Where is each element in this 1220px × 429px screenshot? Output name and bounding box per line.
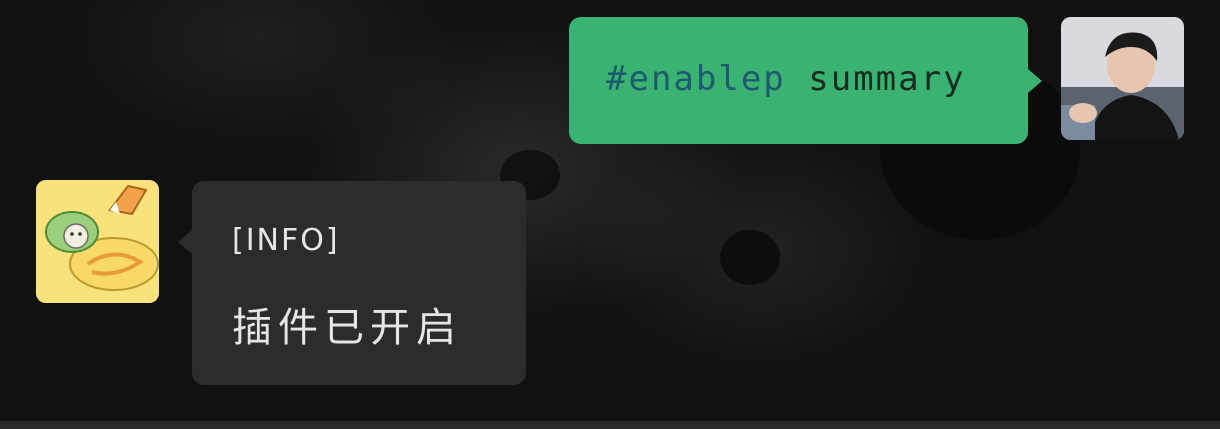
bot-message-bubble[interactable]: [INFO] 插件已开启	[178, 181, 526, 385]
user-avatar-photo-icon	[1061, 17, 1184, 140]
background-shape	[720, 230, 780, 285]
command-argument: summary	[808, 59, 966, 99]
user-command-text: #enablep summary	[606, 59, 966, 99]
info-label: [INFO]	[232, 223, 340, 258]
info-message-text: 插件已开启	[232, 305, 462, 351]
user-message-bubble[interactable]: #enablep summary	[569, 17, 1042, 144]
bottom-divider	[0, 421, 1220, 429]
user-avatar[interactable]	[1061, 17, 1184, 140]
bot-avatar[interactable]	[36, 180, 159, 303]
bot-avatar-sticker-icon	[36, 180, 159, 303]
command-tag: #enablep	[606, 59, 786, 99]
